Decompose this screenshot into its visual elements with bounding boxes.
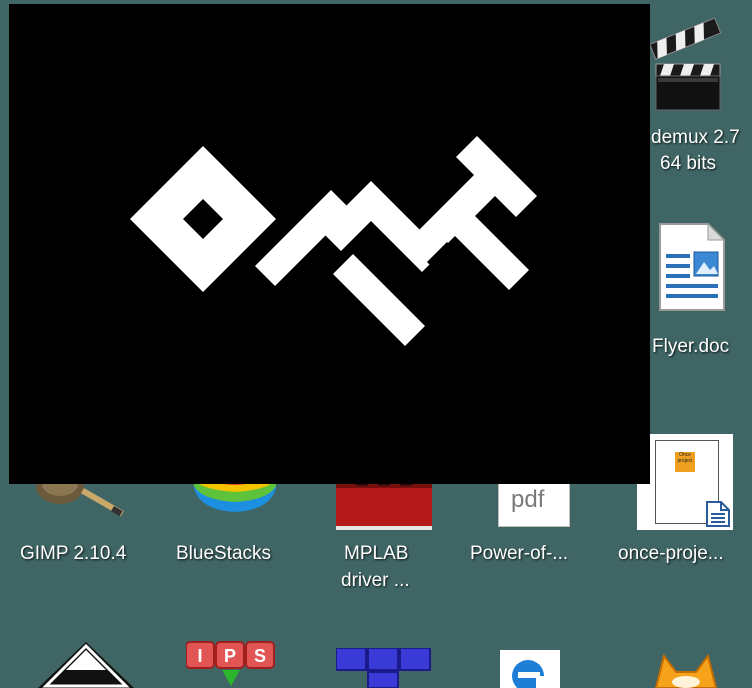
- power-pdf-label: Power-of-...: [470, 543, 569, 564]
- orx-logo: [130, 136, 537, 346]
- scratch-icon[interactable]: [650, 652, 722, 688]
- mplab-label-line1: MPLAB: [344, 543, 409, 564]
- svg-text:I: I: [197, 646, 202, 666]
- document-icon[interactable]: [652, 222, 728, 312]
- bluestacks-icon[interactable]: [190, 478, 280, 518]
- mplab-label-line2: driver ...: [341, 570, 410, 591]
- clapperboard-icon[interactable]: [648, 14, 730, 114]
- pdf-text: pdf: [511, 486, 545, 513]
- gimp-icon[interactable]: [28, 478, 138, 522]
- gimp-label: GIMP 2.10.4: [20, 543, 127, 564]
- ips-icon[interactable]: I P S: [186, 640, 276, 688]
- svg-text:S: S: [254, 646, 266, 666]
- document-thumbnail-icon[interactable]: Once project: [637, 434, 733, 530]
- svg-text:P: P: [224, 646, 236, 666]
- edge-icon[interactable]: [500, 650, 560, 688]
- file-overlay-icon: [706, 501, 730, 527]
- inkscape-icon[interactable]: [36, 640, 136, 688]
- desktop: demux 2.7 64 bits Flyer.doc GIMP 2.10.4: [0, 0, 752, 688]
- mplab-icon[interactable]: [336, 478, 432, 530]
- bluestacks-label: BlueStacks: [176, 543, 272, 564]
- tetris-icon[interactable]: [336, 648, 432, 688]
- once-project-thumb-text: Once project: [675, 452, 695, 472]
- orx-game-window[interactable]: [9, 4, 650, 484]
- flyer-doc-label: Flyer.doc: [652, 336, 730, 357]
- avidemux-label-line1: demux 2.7: [651, 127, 740, 148]
- pdf-icon[interactable]: pdf: [498, 478, 570, 527]
- avidemux-label-line2: 64 bits: [660, 153, 716, 174]
- once-project-label: once-proje...: [618, 543, 724, 564]
